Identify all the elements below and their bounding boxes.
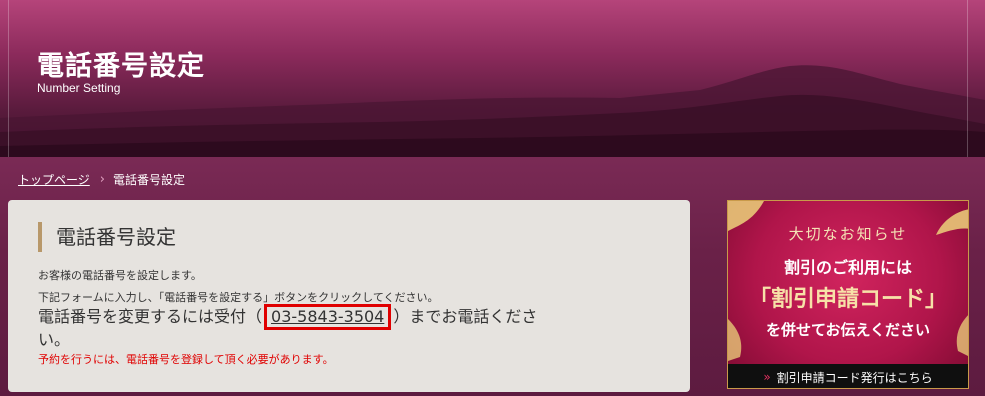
intro-text: お客様の電話番号を設定します。 (38, 269, 202, 282)
notice-line-code: 「割引申請コード」 (748, 286, 947, 312)
discount-code-button-label: 割引申請コード発行はこちら (776, 370, 933, 385)
breadcrumb-home-link[interactable]: トップページ (18, 171, 90, 188)
discount-notice-banner[interactable]: 大切なお知らせ 割引のご利用には 「割引申請コード」 を併せてお伝えください »… (727, 200, 969, 389)
breadcrumb: トップページ › 電話番号設定 (18, 171, 185, 188)
main-panel: 電話番号設定 お客様の電話番号を設定します。 下記フォームに入力し、「電話番号を… (8, 200, 690, 392)
page-subtitle: Number Setting (37, 81, 121, 95)
page-title: 電話番号設定 (37, 51, 205, 82)
instruction-text: 下記フォームに入力し、「電話番号を設定する」ボタンをクリックしてください。 (38, 291, 439, 304)
phone-change-prefix: 電話番号を変更するには受付（ (38, 307, 263, 326)
breadcrumb-current: 電話番号設定 (112, 173, 185, 187)
notice-line-discount: 割引のご利用には (783, 258, 912, 277)
notice-heading: 大切なお知らせ (788, 225, 908, 243)
notice-line-tell: を併せてお伝えください (765, 321, 931, 339)
phone-change-text: 電話番号を変更するには受付（ 03-5843-3504 ）までお電話ください。 (38, 304, 538, 350)
section-heading: 電話番号設定 (38, 222, 176, 252)
double-chevron-right-icon: » (763, 370, 771, 384)
phone-highlight-box: 03-5843-3504 (264, 304, 392, 330)
chevron-right-icon: › (99, 172, 105, 187)
discount-code-button[interactable]: » 割引申請コード発行はこちら (728, 364, 968, 388)
header-banner: 電話番号設定 Number Setting (0, 0, 985, 157)
phone-number-link[interactable]: 03-5843-3504 (271, 307, 384, 326)
warning-text: 予約を行うには、電話番号を登録して頂く必要があります。 (38, 353, 334, 366)
